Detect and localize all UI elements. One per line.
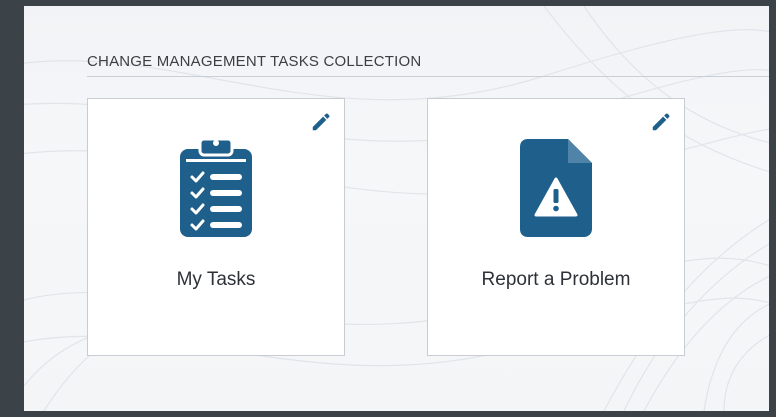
window-frame: CHANGE MANAGEMENT TASKS COLLECTION My Ta… — [0, 0, 776, 417]
content-panel: CHANGE MANAGEMENT TASKS COLLECTION My Ta… — [24, 6, 769, 411]
pencil-icon[interactable] — [650, 111, 672, 133]
tile-label: Report a Problem — [481, 269, 631, 290]
tile-label: My Tasks — [176, 269, 256, 290]
warning-document-icon — [520, 139, 592, 237]
tile-report-a-problem[interactable]: Report a Problem — [427, 98, 685, 356]
section-title: CHANGE MANAGEMENT TASKS COLLECTION — [87, 53, 422, 70]
section-divider — [87, 76, 769, 77]
clipboard-checklist-icon — [180, 137, 252, 237]
tile-my-tasks[interactable]: My Tasks — [87, 98, 345, 356]
pencil-icon[interactable] — [310, 111, 332, 133]
